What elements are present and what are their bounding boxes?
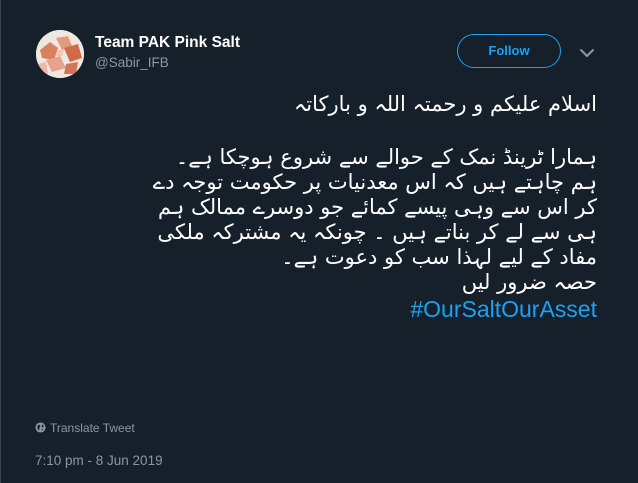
tweet-paragraph: ہمارا ٹرینڈ نمک کے حوالے سے شروع ہوچکا ہ… (152, 145, 597, 269)
avatar[interactable] (36, 30, 84, 78)
translate-label: Translate Tweet (50, 421, 135, 435)
author-handle[interactable]: @Sabir_IFB (95, 55, 169, 70)
globe-icon (35, 422, 46, 433)
follow-button[interactable]: Follow (457, 34, 561, 68)
tweet-card: Team PAK Pink Salt @Sabir_IFB Follow اسل… (0, 0, 638, 483)
tweet-closing: حصہ ضرور لیں (461, 270, 597, 294)
pink-salt-rocks-avatar-icon (36, 30, 84, 78)
hashtag-link[interactable]: #OurSaltOurAsset (410, 297, 597, 322)
tweet-greeting: اسلام علیکم و رحمتہ اللہ و بارکاتہ (293, 92, 597, 116)
tweet-text: اسلام علیکم و رحمتہ اللہ و بارکاتہ ہمارا… (151, 92, 597, 323)
author-name[interactable]: Team PAK Pink Salt (95, 34, 240, 52)
translate-tweet-link[interactable]: Translate Tweet (35, 421, 135, 435)
chevron-down-icon[interactable] (579, 44, 595, 57)
tweet-timestamp[interactable]: 7:10 pm - 8 Jun 2019 (35, 453, 163, 468)
